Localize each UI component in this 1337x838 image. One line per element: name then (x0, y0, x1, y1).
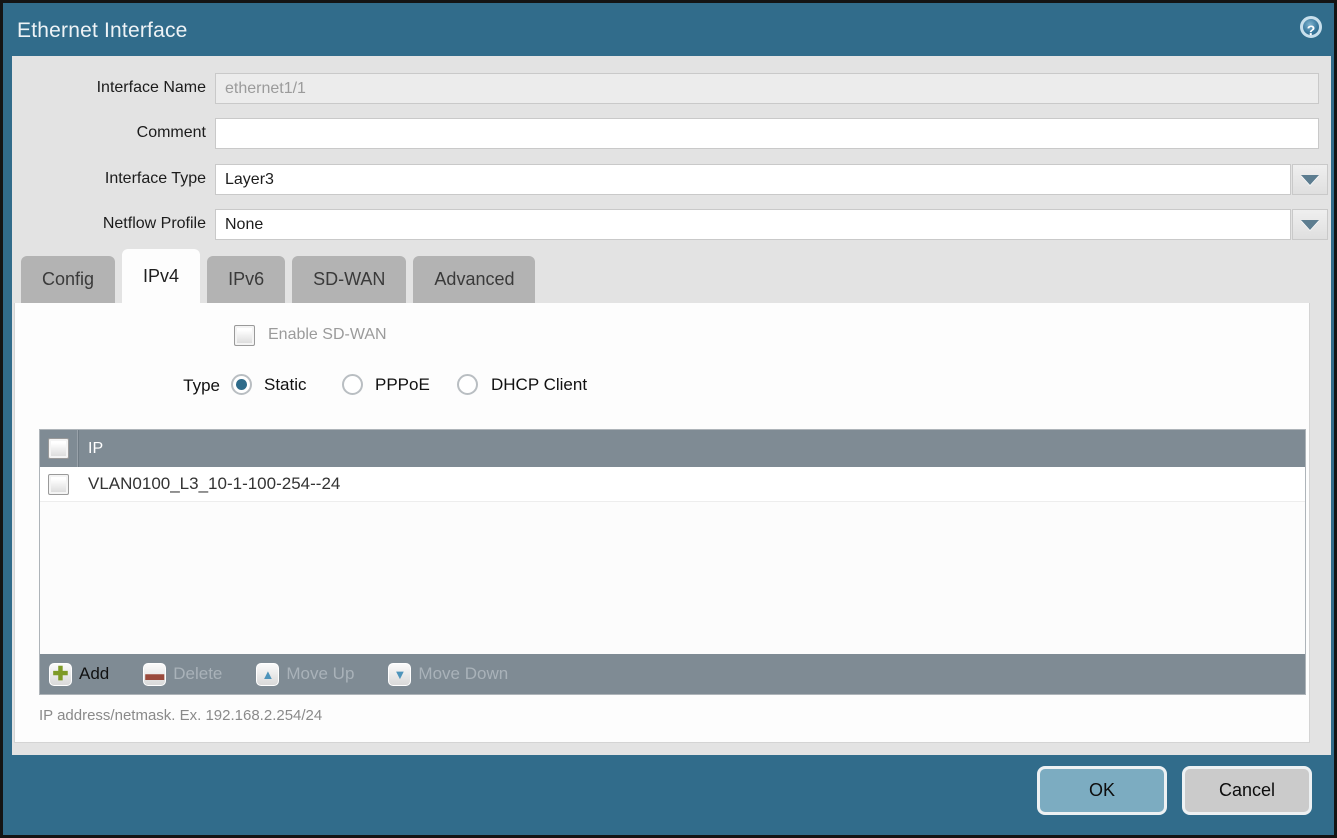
ip-column-header: IP (88, 440, 103, 458)
dialog-title: Ethernet Interface (17, 19, 188, 43)
tab-bar: Config IPv4 IPv6 SD-WAN Advanced (21, 249, 535, 303)
interface-type-value: Layer3 (215, 164, 1291, 195)
arrow-up-icon: ▲ (256, 663, 279, 686)
cancel-button[interactable]: Cancel (1182, 766, 1312, 815)
type-row: Type Static PPPoE DHCP Client (15, 374, 1309, 398)
arrow-down-icon: ▼ (388, 663, 411, 686)
add-button[interactable]: ✚ Add (49, 663, 109, 686)
netflow-profile-label: Netflow Profile (12, 209, 206, 239)
move-up-button[interactable]: ▲ Move Up (256, 663, 354, 686)
tab-advanced[interactable]: Advanced (413, 256, 535, 303)
dialog-titlebar: Ethernet Interface ? (3, 3, 1334, 56)
netflow-profile-value: None (215, 209, 1291, 240)
interface-type-dropdown-button[interactable] (1292, 164, 1328, 195)
ipv4-panel: Enable SD-WAN Type Static PPPoE DHCP Cli… (14, 303, 1310, 743)
radio-static-label[interactable]: Static (264, 375, 307, 395)
radio-dhcp-client[interactable] (457, 374, 478, 395)
help-icon[interactable]: ? (1300, 16, 1322, 38)
radio-pppoe[interactable] (342, 374, 363, 395)
radio-pppoe-label[interactable]: PPPoE (375, 375, 430, 395)
ip-cell-value[interactable]: VLAN0100_L3_10-1-100-254--24 (88, 474, 340, 494)
ip-table: IP VLAN0100_L3_10-1-100-254--24 ✚ Add ▬ … (39, 429, 1306, 695)
enable-sdwan-row: Enable SD-WAN (15, 325, 1309, 347)
delete-button[interactable]: ▬ Delete (143, 663, 222, 686)
chevron-down-icon (1301, 175, 1319, 185)
minus-icon: ▬ (143, 663, 166, 686)
tab-config[interactable]: Config (21, 256, 115, 303)
move-down-button[interactable]: ▼ Move Down (388, 663, 508, 686)
interface-type-dropdown[interactable]: Layer3 (215, 164, 1328, 195)
table-empty-space (40, 502, 1305, 654)
tab-ipv6[interactable]: IPv6 (207, 256, 285, 303)
plus-icon: ✚ (49, 663, 72, 686)
interface-type-label: Interface Type (12, 164, 206, 194)
type-label: Type (15, 374, 220, 398)
tab-sdwan[interactable]: SD-WAN (292, 256, 406, 303)
interface-name-label: Interface Name (12, 73, 206, 103)
ethernet-interface-dialog: Ethernet Interface ? Interface Name Comm… (0, 0, 1337, 838)
table-row[interactable]: VLAN0100_L3_10-1-100-254--24 (40, 467, 1305, 502)
interface-name-input (215, 73, 1319, 104)
ip-format-hint: IP address/netmask. Ex. 192.168.2.254/24 (39, 707, 322, 724)
enable-sdwan-label: Enable SD-WAN (268, 326, 387, 344)
dialog-body: Interface Name Comment Interface Type La… (12, 56, 1331, 755)
comment-label: Comment (12, 118, 206, 148)
netflow-profile-dropdown-button[interactable] (1292, 209, 1328, 240)
select-all-checkbox[interactable] (48, 438, 69, 459)
column-divider (77, 430, 78, 467)
radio-dhcp-client-label[interactable]: DHCP Client (491, 375, 587, 395)
chevron-down-icon (1301, 220, 1319, 230)
radio-static[interactable] (231, 374, 252, 395)
enable-sdwan-checkbox (234, 325, 255, 346)
netflow-profile-dropdown[interactable]: None (215, 209, 1328, 240)
table-toolbar: ✚ Add ▬ Delete ▲ Move Up ▼ Move Down (40, 654, 1305, 694)
ip-table-header: IP (40, 430, 1305, 467)
tab-ipv4[interactable]: IPv4 (122, 249, 200, 303)
row-checkbox[interactable] (48, 474, 69, 495)
comment-input[interactable] (215, 118, 1319, 149)
ok-button[interactable]: OK (1037, 766, 1167, 815)
